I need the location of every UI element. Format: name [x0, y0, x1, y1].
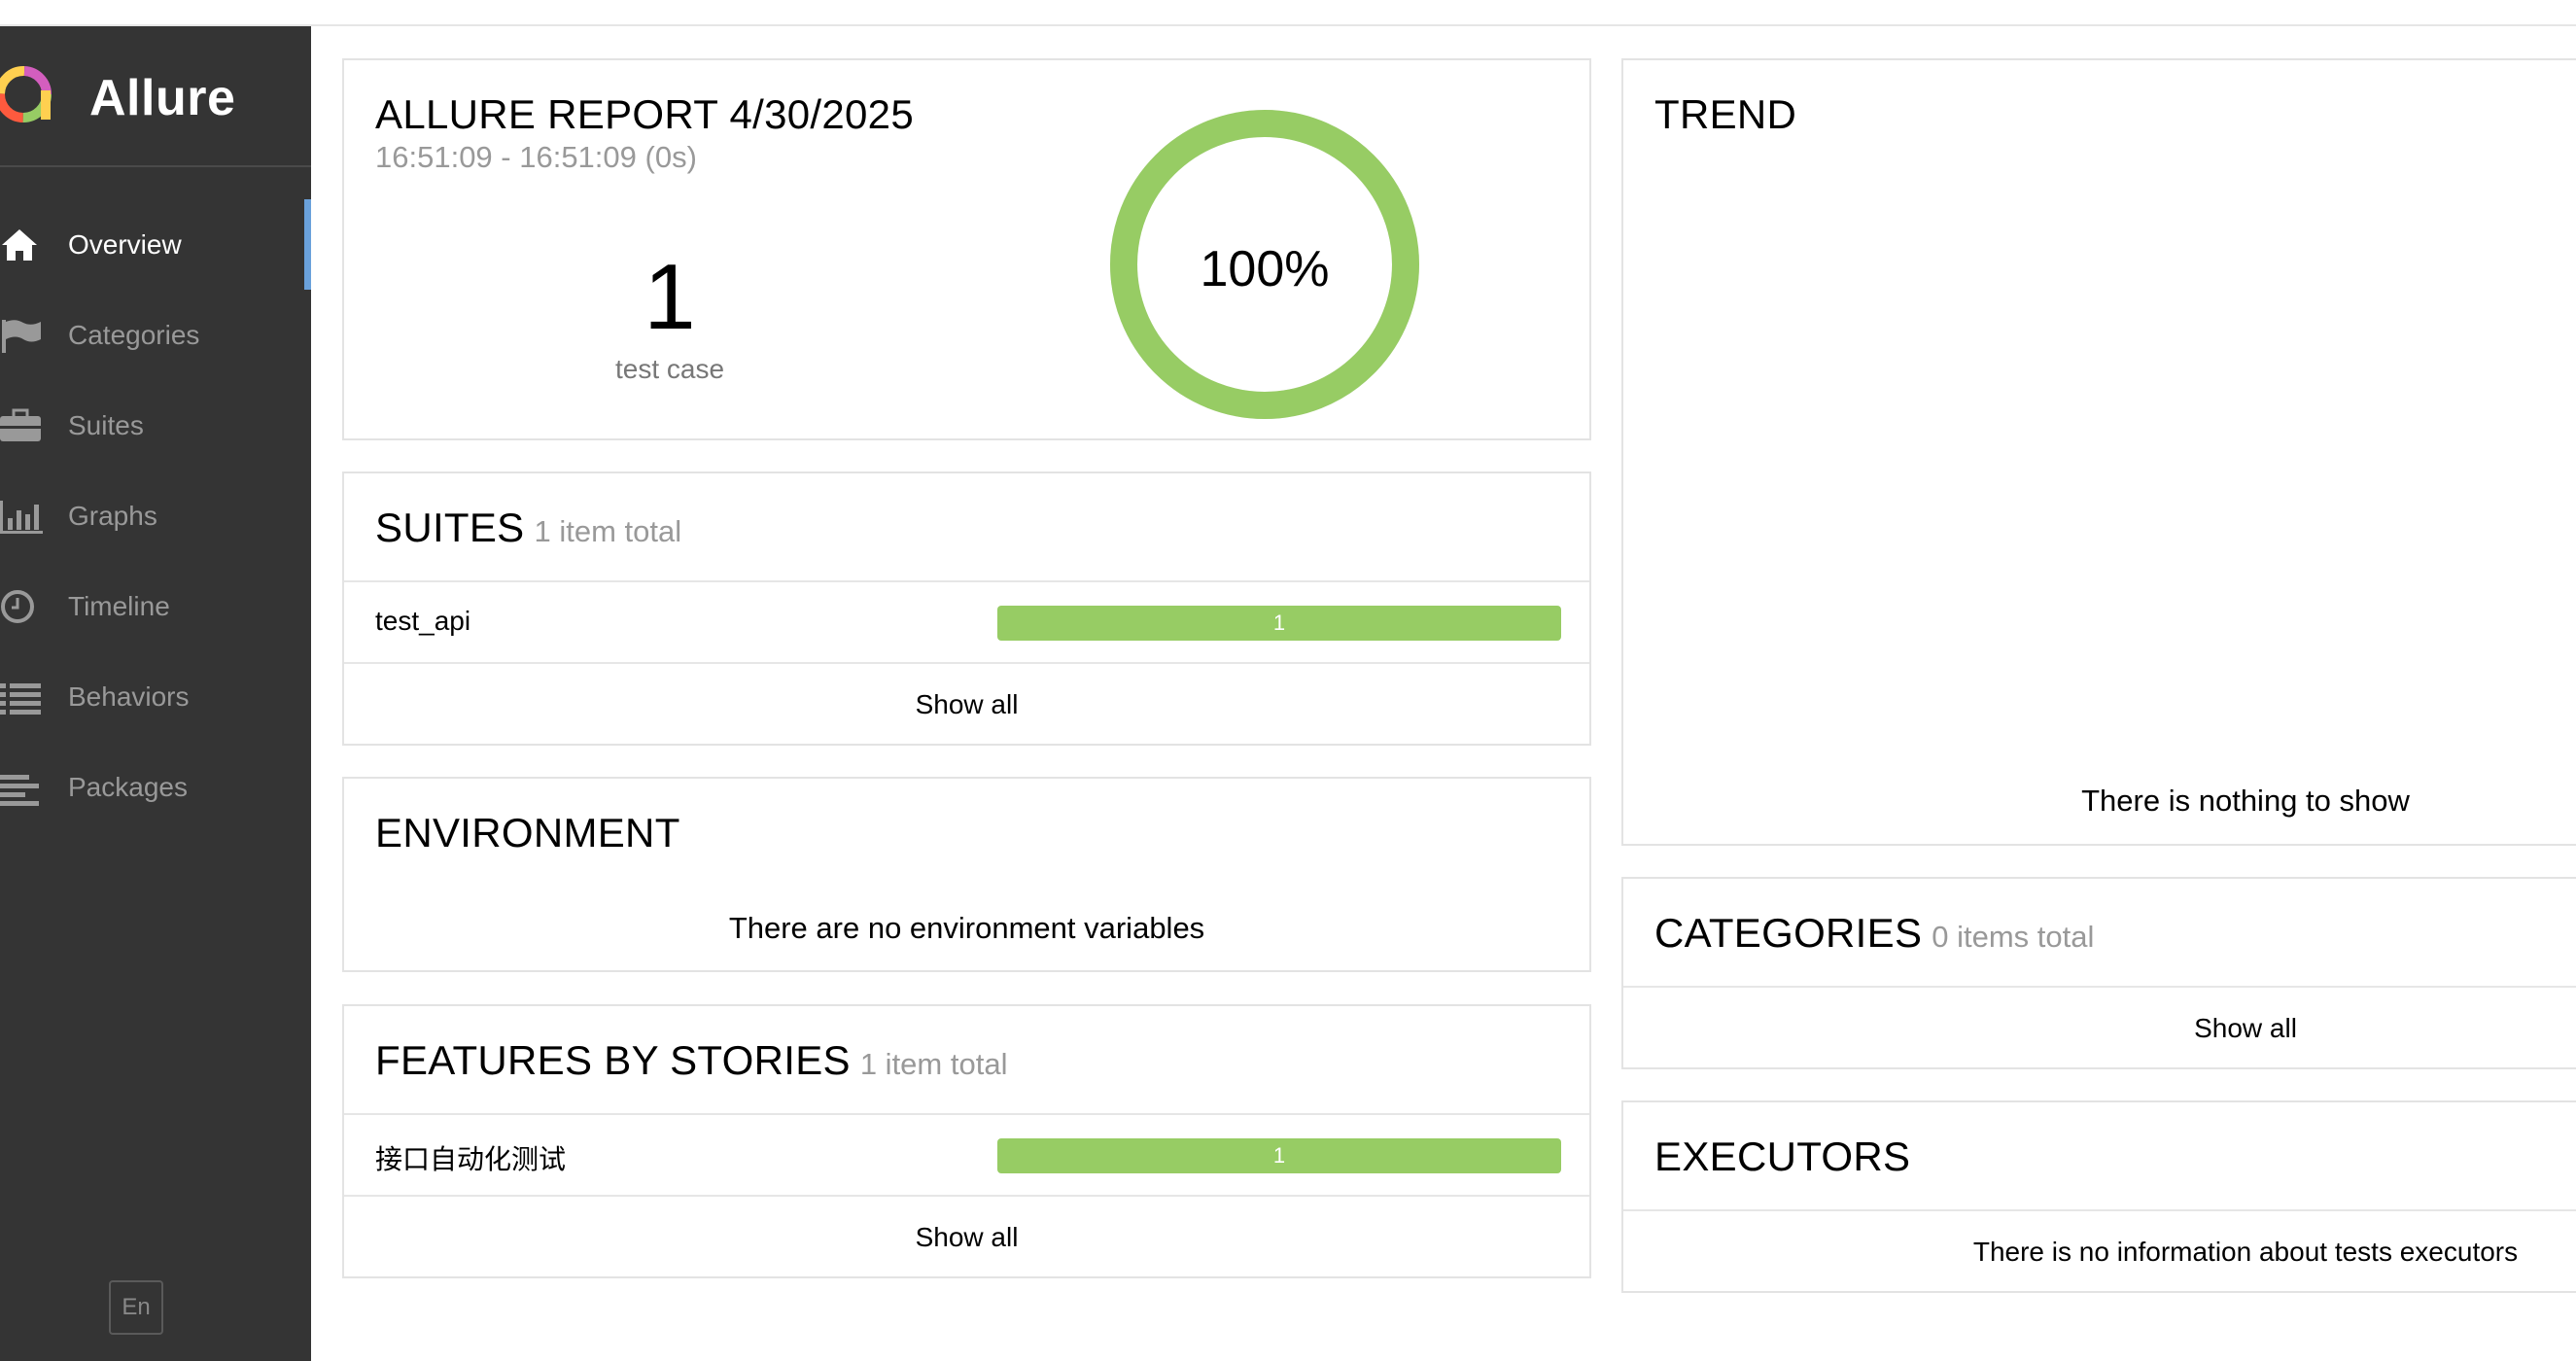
suites-show-all-link[interactable]: Show all [344, 689, 1589, 720]
feature-name: 接口自动化测试 [375, 1144, 567, 1174]
sidebar-item-label: Overview [68, 228, 182, 260]
suite-name: test_api [375, 606, 471, 636]
briefcase-icon [0, 408, 41, 441]
trend-empty-message: There is nothing to show [2081, 784, 2410, 818]
test-count-label: test case [614, 354, 725, 384]
align-left-icon [0, 774, 39, 806]
brand[interactable]: Allure [0, 26, 311, 167]
divider [1623, 986, 2576, 988]
home-icon [2, 228, 37, 261]
feature-status-bar[interactable]: 1 [997, 1138, 1561, 1173]
features-show-all-link[interactable]: Show all [344, 1222, 1589, 1253]
pass-rate-label: 100% [1200, 241, 1330, 297]
allure-logo-icon [0, 66, 52, 122]
categories-show-all-link[interactable]: Show all [1623, 1013, 2576, 1044]
executors-title: EXECUTORS [1654, 1134, 1911, 1179]
suites-title: SUITES 1 item total [375, 505, 681, 551]
sidebar-item-timeline[interactable]: Timeline [0, 561, 311, 651]
bar-chart-icon [0, 500, 43, 534]
brand-name: Allure [89, 70, 236, 126]
executors-widget: EXECUTORS There is no information about … [1621, 1100, 2576, 1293]
divider [344, 662, 1589, 664]
suites-widget: SUITES 1 item total test_api 1 Show all [342, 471, 1591, 746]
trend-title: TREND [1654, 91, 1797, 137]
sidebar-item-label: Packages [68, 771, 188, 802]
table-row[interactable]: test_api 1 [344, 582, 1589, 662]
sidebar-item-packages[interactable]: Packages [0, 742, 311, 832]
features-widget: FEATURES BY STORIES 1 item total 接口自动化测试 … [342, 1004, 1591, 1278]
test-count: 1 [644, 245, 696, 349]
suites-title-text: SUITES [375, 505, 525, 550]
flag-icon [2, 319, 41, 353]
sidebar-item-overview[interactable]: Overview [0, 199, 311, 290]
sidebar-item-behaviors[interactable]: Behaviors [0, 651, 311, 742]
environment-empty-message: There are no environment variables [728, 911, 1205, 945]
clock-icon [1, 589, 34, 623]
trend-widget: TREND There is nothing to show [1621, 58, 2576, 846]
suites-count: 1 item total [534, 514, 682, 548]
sidebar-item-categories[interactable]: Categories [0, 290, 311, 380]
suite-status-bar[interactable]: 1 [997, 606, 1561, 641]
environment-title: ENVIRONMENT [375, 810, 680, 855]
sidebar-item-label: Timeline [68, 590, 170, 621]
features-title-text: FEATURES BY STORIES [375, 1037, 851, 1083]
categories-count: 0 items total [1932, 920, 2095, 954]
sidebar: Allure Overview Categories Suites Graphs… [0, 26, 311, 1361]
environment-widget: ENVIRONMENT There are no environment var… [342, 777, 1591, 972]
executors-empty-message: There is no information about tests exec… [1972, 1237, 2519, 1267]
features-title: FEATURES BY STORIES 1 item total [375, 1037, 1007, 1084]
top-strip [0, 0, 2576, 26]
sidebar-item-label: Graphs [68, 500, 157, 531]
sidebar-item-label: Categories [68, 319, 200, 350]
report-time-range: 16:51:09 - 16:51:09 (0s) [375, 140, 697, 174]
divider [344, 1195, 1589, 1197]
features-count: 1 item total [859, 1047, 1008, 1081]
language-button[interactable]: En [109, 1280, 163, 1335]
sidebar-item-label: Behaviors [68, 680, 190, 712]
categories-title: CATEGORIES 0 items total [1654, 910, 2094, 957]
report-title: ALLURE REPORT 4/30/2025 [375, 91, 914, 137]
divider [1623, 1209, 2576, 1211]
sidebar-item-label: Suites [68, 409, 144, 440]
table-row[interactable]: 接口自动化测试 1 [344, 1115, 1589, 1195]
categories-widget: CATEGORIES 0 items total Show all [1621, 877, 2576, 1069]
summary-widget: ALLURE REPORT 4/30/2025 16:51:09 - 16:51… [342, 58, 1591, 440]
sidebar-item-graphs[interactable]: Graphs [0, 471, 311, 561]
categories-title-text: CATEGORIES [1654, 910, 1923, 956]
list-icon [0, 682, 41, 715]
sidebar-item-suites[interactable]: Suites [0, 380, 311, 471]
